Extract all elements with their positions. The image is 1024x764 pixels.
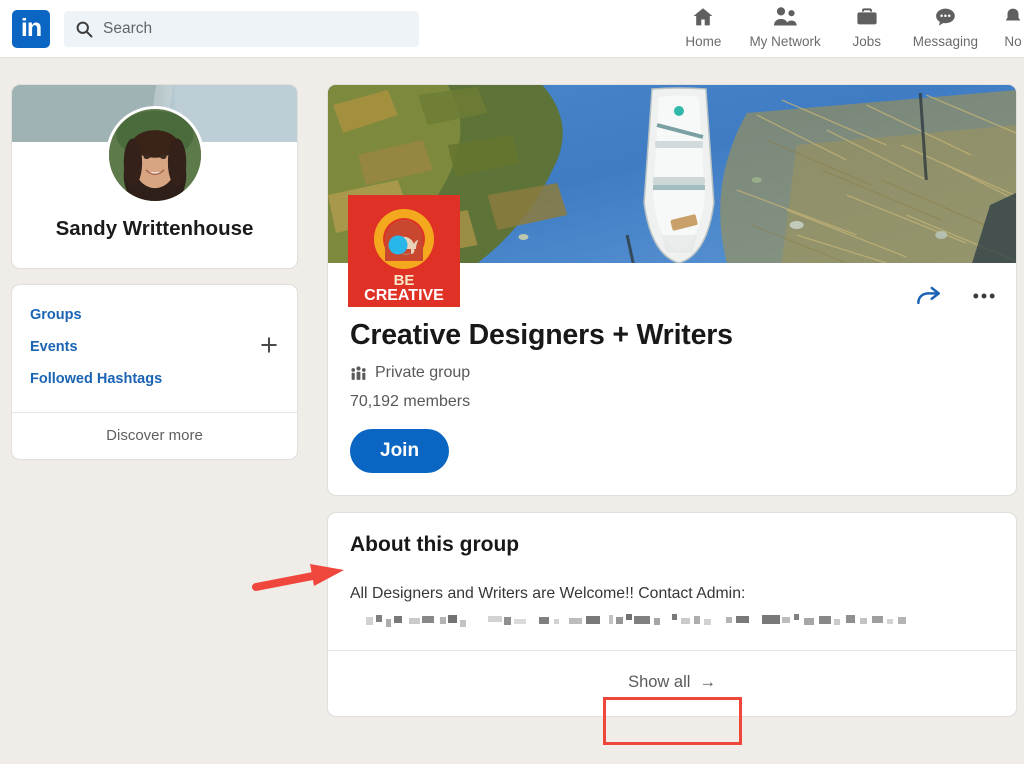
- profile-avatar[interactable]: [106, 106, 204, 204]
- people-icon: [772, 4, 798, 30]
- nav-item-my-network[interactable]: My Network: [737, 4, 832, 49]
- search-bar[interactable]: [64, 11, 419, 47]
- about-group-card: About this group All Designers and Write…: [327, 512, 1017, 717]
- nav-label-messaging: Messaging: [913, 34, 978, 49]
- nav-label-home: Home: [685, 34, 721, 49]
- top-navigation-bar: in Home: [0, 0, 1024, 58]
- sidebar-links-card: Groups Events Followed Hashtags Discover…: [11, 284, 298, 460]
- search-input[interactable]: [103, 20, 409, 38]
- sidebar-link-events[interactable]: Events: [30, 331, 279, 363]
- sidebar-links-list: Groups Events Followed Hashtags: [12, 285, 297, 408]
- about-content: About this group All Designers and Write…: [328, 513, 1016, 650]
- nav-item-home[interactable]: Home: [669, 4, 737, 49]
- redacted-admin-contact: [364, 614, 916, 628]
- show-all-label: Show all: [628, 673, 690, 692]
- group-people-icon: [350, 365, 367, 382]
- discover-more-button[interactable]: Discover more: [12, 413, 297, 459]
- linkedin-logo[interactable]: in: [12, 10, 50, 48]
- nav-item-messaging[interactable]: Messaging: [901, 4, 990, 49]
- search-icon: [74, 19, 94, 39]
- more-options-icon[interactable]: [970, 282, 998, 310]
- group-info: BE CREATIVE: [328, 263, 1016, 495]
- about-card-footer: Show all →: [328, 650, 1016, 716]
- page-body: Sandy Writtenhouse Groups Events Followe…: [0, 58, 1024, 764]
- plus-icon[interactable]: [258, 334, 280, 356]
- about-this-group-heading: About this group: [350, 533, 994, 557]
- profile-name: Sandy Writtenhouse: [12, 217, 297, 241]
- home-icon: [691, 4, 715, 30]
- group-logo[interactable]: BE CREATIVE: [348, 195, 460, 307]
- chat-bubble-icon: [933, 4, 958, 30]
- about-description: All Designers and Writers are Welcome!! …: [350, 583, 994, 606]
- nav-item-notifications[interactable]: No: [990, 4, 1024, 49]
- group-header-card: BE CREATIVE: [327, 84, 1017, 496]
- svg-text:CREATIVE: CREATIVE: [364, 287, 444, 304]
- left-sidebar: Sandy Writtenhouse Groups Events Followe…: [11, 84, 298, 460]
- share-arrow-icon[interactable]: [914, 281, 944, 311]
- main-column: BE CREATIVE: [327, 84, 1017, 717]
- sidebar-link-groups[interactable]: Groups: [30, 299, 279, 331]
- nav-label-jobs: Jobs: [852, 34, 881, 49]
- nav-label-notifications: No: [1004, 34, 1021, 49]
- join-button[interactable]: Join: [350, 429, 449, 473]
- arrow-right-icon: →: [699, 673, 716, 692]
- group-type-label: Private group: [375, 364, 470, 382]
- nav-item-jobs[interactable]: Jobs: [833, 4, 901, 49]
- group-type-row: Private group: [350, 364, 994, 382]
- group-action-icons: [914, 281, 998, 311]
- primary-nav: Home My Network Jobs: [669, 0, 1024, 58]
- group-member-count: 70,192 members: [350, 393, 994, 411]
- profile-card[interactable]: Sandy Writtenhouse: [11, 84, 298, 269]
- nav-label-my-network: My Network: [749, 34, 820, 49]
- show-all-button[interactable]: Show all →: [614, 667, 730, 698]
- briefcase-icon: [855, 4, 879, 30]
- sidebar-link-followed-hashtags[interactable]: Followed Hashtags: [30, 363, 279, 395]
- bell-icon: [1002, 4, 1024, 30]
